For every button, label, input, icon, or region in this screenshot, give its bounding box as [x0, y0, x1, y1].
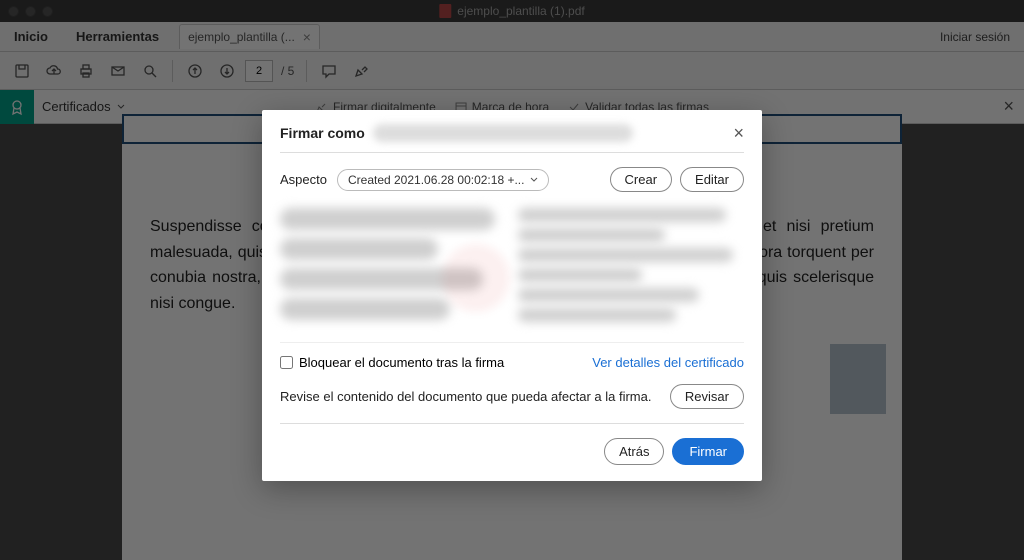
- create-button[interactable]: Crear: [610, 167, 673, 192]
- chevron-down-icon: [530, 176, 538, 184]
- dialog-title: Firmar como: [280, 125, 365, 141]
- redacted-line: [280, 298, 450, 320]
- redacted-line: [518, 288, 699, 302]
- preview-details-block: [518, 208, 744, 328]
- view-certificate-link[interactable]: Ver detalles del certificado: [592, 355, 744, 370]
- redacted-line: [280, 238, 438, 260]
- redacted-identity: [373, 124, 633, 142]
- review-row: Revise el contenido del documento que pu…: [280, 376, 744, 424]
- appearance-label: Aspecto: [280, 172, 327, 187]
- redacted-line: [518, 268, 642, 282]
- appearance-value: Created 2021.06.28 00:02:18 +...: [348, 173, 524, 187]
- redacted-line: [518, 228, 665, 242]
- review-text: Revise el contenido del documento que pu…: [280, 389, 651, 404]
- preview-name-block: [280, 208, 506, 328]
- lock-checkbox[interactable]: [280, 356, 293, 369]
- lock-row: Bloquear el documento tras la firma Ver …: [280, 343, 744, 376]
- back-button[interactable]: Atrás: [604, 438, 664, 465]
- review-button[interactable]: Revisar: [670, 384, 744, 409]
- close-dialog-icon[interactable]: ×: [733, 124, 744, 142]
- sign-button[interactable]: Firmar: [672, 438, 744, 465]
- lock-label: Bloquear el documento tras la firma: [299, 355, 504, 370]
- appearance-row: Aspecto Created 2021.06.28 00:02:18 +...…: [280, 153, 744, 204]
- redacted-line: [518, 208, 726, 222]
- edit-button[interactable]: Editar: [680, 167, 744, 192]
- stamp-icon: [436, 238, 516, 318]
- signature-preview: [280, 204, 744, 343]
- sign-as-dialog: Firmar como × Aspecto Created 2021.06.28…: [262, 110, 762, 481]
- appearance-select[interactable]: Created 2021.06.28 00:02:18 +...: [337, 169, 549, 191]
- redacted-line: [280, 208, 495, 230]
- redacted-line: [518, 308, 676, 322]
- dialog-footer: Atrás Firmar: [280, 424, 744, 465]
- dialog-header: Firmar como ×: [280, 124, 744, 153]
- redacted-line: [518, 248, 733, 262]
